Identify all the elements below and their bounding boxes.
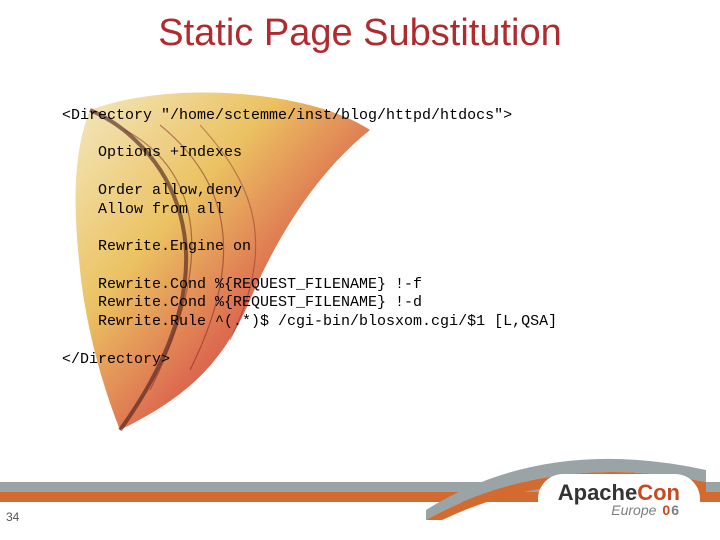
code-line: Rewrite.Cond %{REQUEST_FILENAME} !-f bbox=[62, 276, 422, 293]
conference-logo: ApacheCon Europe 06 bbox=[540, 476, 698, 522]
code-line: Rewrite.Engine on bbox=[62, 238, 251, 255]
logo-year: 06 bbox=[662, 502, 680, 518]
slide-title: Static Page Substitution bbox=[0, 12, 720, 55]
code-line: </Directory> bbox=[62, 351, 170, 368]
slide: Static Page Substitution <Directory "/ho… bbox=[0, 0, 720, 540]
code-line: Rewrite.Rule ^(.*)$ /cgi-bin/blosxom.cgi… bbox=[62, 313, 557, 330]
logo-brand: ApacheCon bbox=[558, 482, 680, 504]
logo-year-b: 6 bbox=[671, 502, 680, 518]
logo-year-a: 0 bbox=[662, 502, 671, 518]
code-line: Options +Indexes bbox=[62, 144, 242, 161]
page-number: 34 bbox=[6, 510, 19, 524]
code-line: <Directory "/home/sctemme/inst/blog/http… bbox=[62, 107, 512, 124]
code-block: <Directory "/home/sctemme/inst/blog/http… bbox=[62, 88, 690, 369]
code-line: Allow from all bbox=[62, 201, 224, 218]
code-line: Rewrite.Cond %{REQUEST_FILENAME} !-d bbox=[62, 294, 422, 311]
logo-sub-text: Europe bbox=[611, 502, 656, 518]
code-line: Order allow,deny bbox=[62, 182, 242, 199]
